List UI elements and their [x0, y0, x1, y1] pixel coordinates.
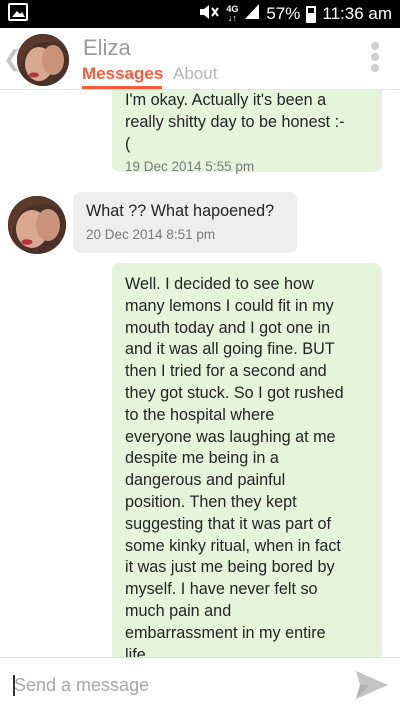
- battery-percentage: 57%: [266, 4, 301, 23]
- message-timestamp: 19 Dec 2014 5:55 pm: [125, 159, 255, 175]
- image-notification-icon: [8, 2, 28, 26]
- network-activity-label: ↓↑: [227, 13, 237, 23]
- tab-about[interactable]: About: [173, 64, 217, 84]
- tab-messages[interactable]: Messages: [82, 64, 163, 84]
- message-text: I'm okay. Actually it's been a really sh…: [125, 91, 345, 153]
- sender-avatar[interactable]: [8, 196, 66, 254]
- outgoing-message-bubble: Well. I decided to see how many lemons I…: [112, 263, 382, 657]
- message-text: Well. I decided to see how many lemons I…: [125, 275, 344, 657]
- send-icon[interactable]: [355, 670, 389, 700]
- contact-avatar[interactable]: [17, 34, 69, 86]
- active-tab-indicator: [82, 86, 162, 89]
- battery-icon: [306, 5, 317, 23]
- conversation-header: ❮ Eliza Messages About: [0, 28, 400, 90]
- network-type-indicator: 4G ↓↑: [226, 5, 238, 23]
- contact-name: Eliza: [83, 35, 131, 60]
- outgoing-message-bubble: I'm okay. Actually it's been a really sh…: [112, 90, 382, 174]
- message-text: What ?? What hapoened?: [86, 202, 275, 220]
- message-input[interactable]: [14, 671, 334, 699]
- mute-icon: [198, 3, 220, 26]
- signal-icon: [244, 3, 260, 25]
- incoming-message-bubble: What ?? What hapoened? 20 Dec 2014 8:51 …: [73, 192, 297, 253]
- clock: 11:36 am: [322, 4, 392, 23]
- message-timestamp: 20 Dec 2014 8:51 pm: [86, 226, 216, 242]
- more-options-icon[interactable]: [370, 42, 380, 72]
- message-list[interactable]: I'm okay. Actually it's been a really sh…: [0, 90, 400, 657]
- status-bar: 4G ↓↑ 57% 11:36 am: [0, 0, 400, 28]
- compose-bar: [0, 657, 400, 711]
